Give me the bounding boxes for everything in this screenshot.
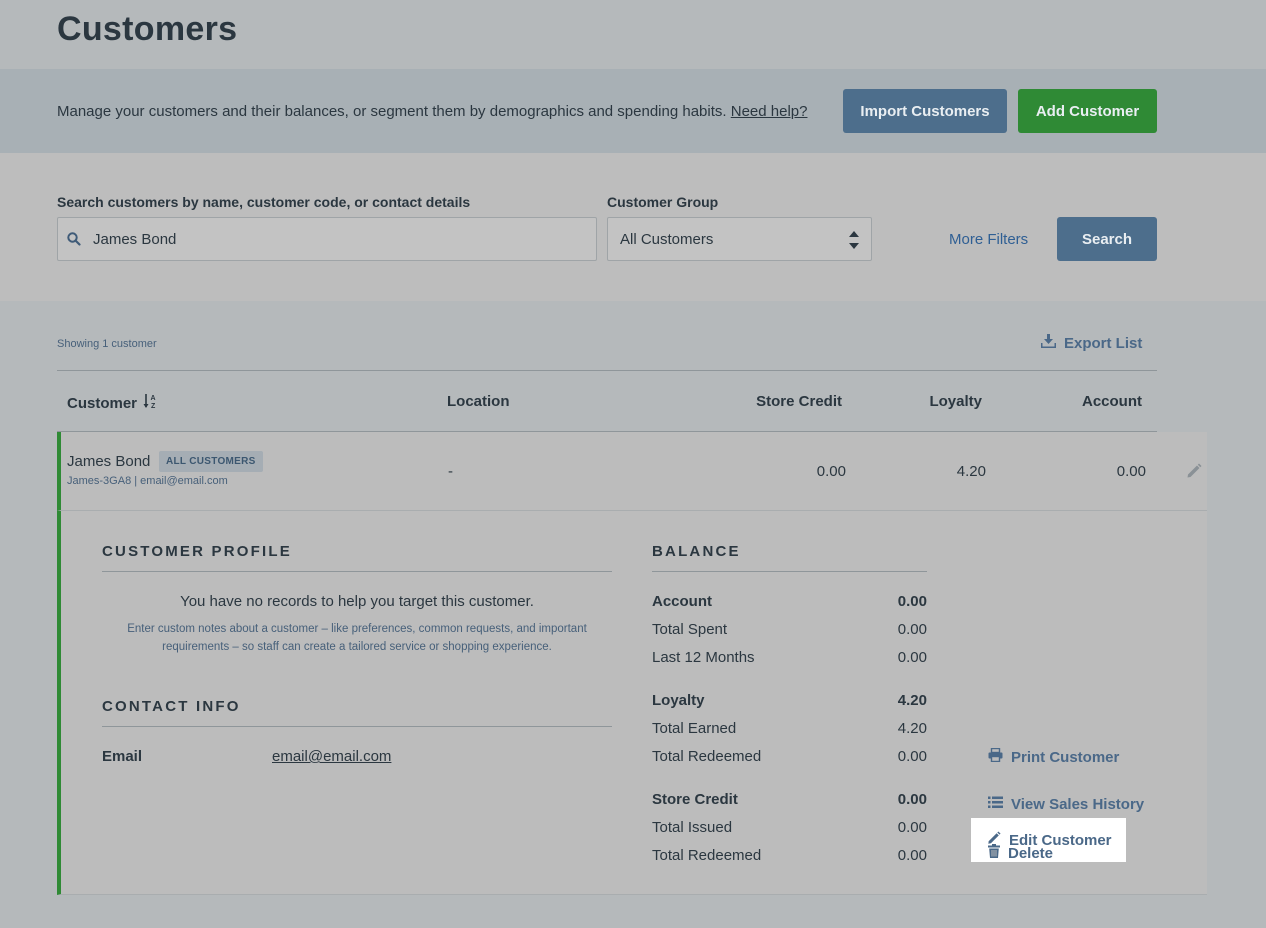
print-customer-button[interactable]: Print Customer [988, 747, 1120, 766]
email-label: Email [102, 748, 143, 765]
no-records-message: You have no records to help you target t… [180, 593, 534, 610]
balance-label: Total Issued [652, 819, 733, 836]
balance-label: Total Redeemed [652, 847, 762, 864]
customer-loyalty: 4.20 [956, 463, 986, 480]
column-location: Location [447, 393, 510, 410]
intro-description: Manage your customers and their balances… [57, 103, 727, 120]
customer-account: 0.00 [1116, 463, 1146, 480]
select-arrows-icon [848, 229, 860, 256]
column-loyalty: Loyalty [929, 393, 982, 410]
balance-row-credit-redeemed: Total Redeemed 0.00 [652, 847, 927, 867]
customer-group-badge: ALL CUSTOMERS [159, 451, 263, 472]
svg-text:Z: Z [151, 403, 156, 409]
balance-row-loyalty-redeemed: Total Redeemed 0.00 [652, 748, 927, 768]
balance-value: 4.20 [897, 692, 927, 709]
balance-label: Total Spent [652, 621, 728, 638]
result-count: Showing 1 customer [57, 338, 157, 350]
intro-bar: Manage your customers and their balances… [0, 69, 1266, 153]
customer-profile-heading: CUSTOMER PROFILE [102, 543, 612, 572]
export-list-button[interactable]: Export List [1040, 334, 1143, 352]
customer-code-email: James-3GA8 | email@email.com [67, 475, 228, 487]
balance-label: Total Redeemed [652, 748, 762, 765]
search-input-value: James Bond [93, 231, 177, 248]
balance-row-total-spent: Total Spent 0.00 [652, 621, 927, 641]
balance-label: Total Earned [652, 720, 737, 737]
export-list-label: Export List [1064, 334, 1143, 352]
balance-label: Loyalty [652, 692, 705, 709]
balance-value: 0.00 [897, 621, 927, 638]
column-account: Account [1082, 393, 1142, 410]
search-button[interactable]: Search [1057, 217, 1157, 261]
customer-list: Showing 1 customer Export List Customer … [0, 301, 1266, 928]
list-icon [988, 796, 1003, 813]
column-customer-label: Customer [67, 394, 138, 412]
balance-label: Last 12 Months [652, 649, 755, 666]
more-filters-link[interactable]: More Filters [949, 231, 1028, 248]
customer-group-value: All Customers [620, 231, 714, 248]
delete-label: Delete [1008, 844, 1054, 862]
contact-info-heading: CONTACT INFO [102, 698, 612, 727]
balance-heading: BALANCE [652, 543, 927, 572]
column-customer[interactable]: Customer AZ [67, 393, 159, 413]
balance-value: 4.20 [897, 720, 927, 737]
balance-value: 0.00 [897, 847, 927, 864]
email-link[interactable]: email@email.com [272, 748, 391, 765]
pencil-icon[interactable] [1186, 463, 1202, 484]
balance-value: 0.00 [897, 649, 927, 666]
download-icon [1040, 334, 1057, 352]
help-link[interactable]: Need help? [731, 103, 808, 120]
balance-value: 0.00 [897, 791, 927, 808]
balance-label: Account [652, 593, 712, 610]
balance-row-total-issued: Total Issued 0.00 [652, 819, 927, 839]
notes-hint: Enter custom notes about a customer – li… [127, 623, 587, 653]
add-customer-button[interactable]: Add Customer [1018, 89, 1157, 133]
customer-group-select[interactable]: All Customers [607, 217, 872, 261]
search-bar: Search customers by name, customer code,… [0, 153, 1266, 301]
sort-az-icon: AZ [143, 393, 159, 413]
balance-row-total-earned: Total Earned 4.20 [652, 720, 927, 740]
intro-text: Manage your customers and their balances… [57, 103, 807, 120]
view-sales-history-button[interactable]: View Sales History [988, 796, 1144, 813]
customer-detail-panel: CUSTOMER PROFILE You have no records to … [57, 511, 1207, 895]
trash-icon [988, 844, 1000, 862]
search-label: Search customers by name, customer code,… [57, 194, 471, 210]
search-icon [67, 232, 81, 251]
balance-row-last-12-months: Last 12 Months 0.00 [652, 649, 927, 669]
search-input[interactable]: James Bond [57, 217, 597, 261]
view-sales-history-label: View Sales History [1011, 796, 1145, 813]
page-title: Customers [57, 10, 238, 48]
printer-icon [988, 747, 1003, 766]
customer-location: - [448, 463, 453, 480]
customer-name: James Bond [67, 453, 151, 470]
table-header: Customer AZ Location Store Credit Loyalt… [57, 370, 1157, 432]
customer-store-credit: 0.00 [816, 463, 846, 480]
column-store-credit: Store Credit [756, 393, 842, 410]
balance-value: 0.00 [897, 593, 927, 610]
table-row[interactable]: James Bond ALL CUSTOMERS James-3GA8 | em… [57, 432, 1207, 511]
print-customer-label: Print Customer [1011, 748, 1120, 766]
customer-group-label: Customer Group [607, 194, 719, 210]
balance-value: 0.00 [897, 819, 927, 836]
svg-text:A: A [151, 395, 156, 402]
page-header: Customers [0, 0, 1266, 69]
import-customers-button[interactable]: Import Customers [843, 89, 1007, 133]
balance-row-store-credit: Store Credit 0.00 [652, 791, 927, 811]
balance-value: 0.00 [897, 748, 927, 765]
balance-label: Store Credit [652, 791, 738, 808]
balance-row-loyalty: Loyalty 4.20 [652, 692, 927, 712]
delete-customer-button[interactable]: Delete [988, 844, 1053, 862]
balance-row-account: Account 0.00 [652, 593, 927, 613]
